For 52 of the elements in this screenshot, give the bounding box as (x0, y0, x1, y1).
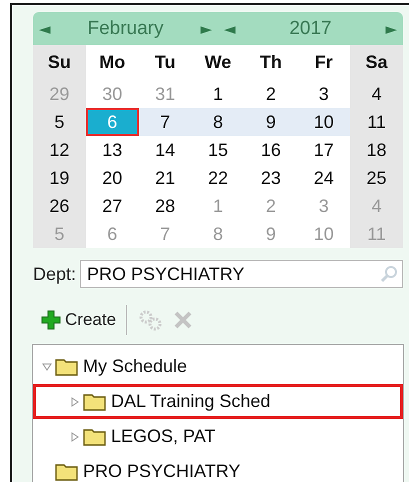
weekday-header: Th (258, 51, 283, 74)
expand-icon[interactable] (70, 396, 80, 406)
year-label: 2017 (289, 18, 332, 38)
calendar-day[interactable]: 3 (297, 80, 350, 108)
calendar-day[interactable]: 13 (86, 136, 139, 164)
folder-icon (83, 427, 107, 446)
calendar-day[interactable]: 22 (192, 164, 244, 192)
weekday-header: Fr (314, 51, 334, 74)
weekday-header: Mo (98, 51, 126, 74)
weekday-header: Su (33, 45, 86, 80)
calendar-day[interactable]: 23 (244, 164, 298, 192)
calendar-day[interactable]: 27 (86, 192, 139, 220)
calendar-day[interactable]: 2 (244, 80, 298, 108)
calendar-day[interactable]: 18 (350, 136, 403, 164)
calendar-day[interactable]: 1 (192, 80, 244, 108)
collapse-icon[interactable] (42, 362, 52, 372)
calendar-day[interactable]: 7 (138, 108, 192, 136)
calendar-day[interactable]: 9 (244, 108, 298, 136)
calendar-day[interactable]: 4 (350, 80, 403, 108)
weekday-header: We (204, 51, 232, 74)
tree-item[interactable]: PRO PSYCHIATRY (33, 454, 403, 482)
calendar-day[interactable]: 15 (192, 136, 244, 164)
create-button[interactable]: Create (41, 310, 116, 330)
folder-icon (55, 357, 79, 376)
folder-icon (83, 392, 107, 411)
dept-field[interactable]: PRO PSYCHIATRY (80, 260, 403, 288)
calendar-day[interactable]: 20 (86, 164, 139, 192)
calendar-day[interactable]: 19 (33, 164, 86, 192)
calendar-day[interactable]: 5 (33, 108, 86, 136)
calendar-day[interactable]: 11 (350, 108, 403, 136)
calendar-day[interactable]: 12 (33, 136, 86, 164)
calendar-day[interactable]: 16 (244, 136, 298, 164)
weekday-header: Tu (154, 51, 176, 74)
calendar-day[interactable]: 24 (297, 164, 350, 192)
folder-icon (55, 462, 79, 481)
calendar-day[interactable]: 25 (350, 164, 403, 192)
calendar-day[interactable]: 26 (33, 192, 86, 220)
calendar-day[interactable]: 17 (297, 136, 350, 164)
month-label: February (87, 18, 164, 38)
plus-icon (41, 310, 61, 330)
calendar-day[interactable]: 10 (297, 108, 350, 136)
tree-item[interactable]: LEGOS, PAT (33, 419, 403, 454)
dept-label: Dept: (33, 264, 76, 284)
search-icon[interactable] (380, 265, 398, 283)
tree-item[interactable]: DAL Training Sched (33, 384, 403, 419)
calendar-day[interactable]: 28 (138, 192, 192, 220)
calendar-day[interactable]: 14 (138, 136, 192, 164)
calendar-day[interactable]: 8 (192, 108, 244, 136)
calendar-day[interactable]: 21 (138, 164, 192, 192)
tree-item[interactable]: My Schedule (33, 349, 403, 384)
weekday-header: Sa (350, 45, 403, 80)
expand-icon[interactable] (70, 432, 80, 442)
